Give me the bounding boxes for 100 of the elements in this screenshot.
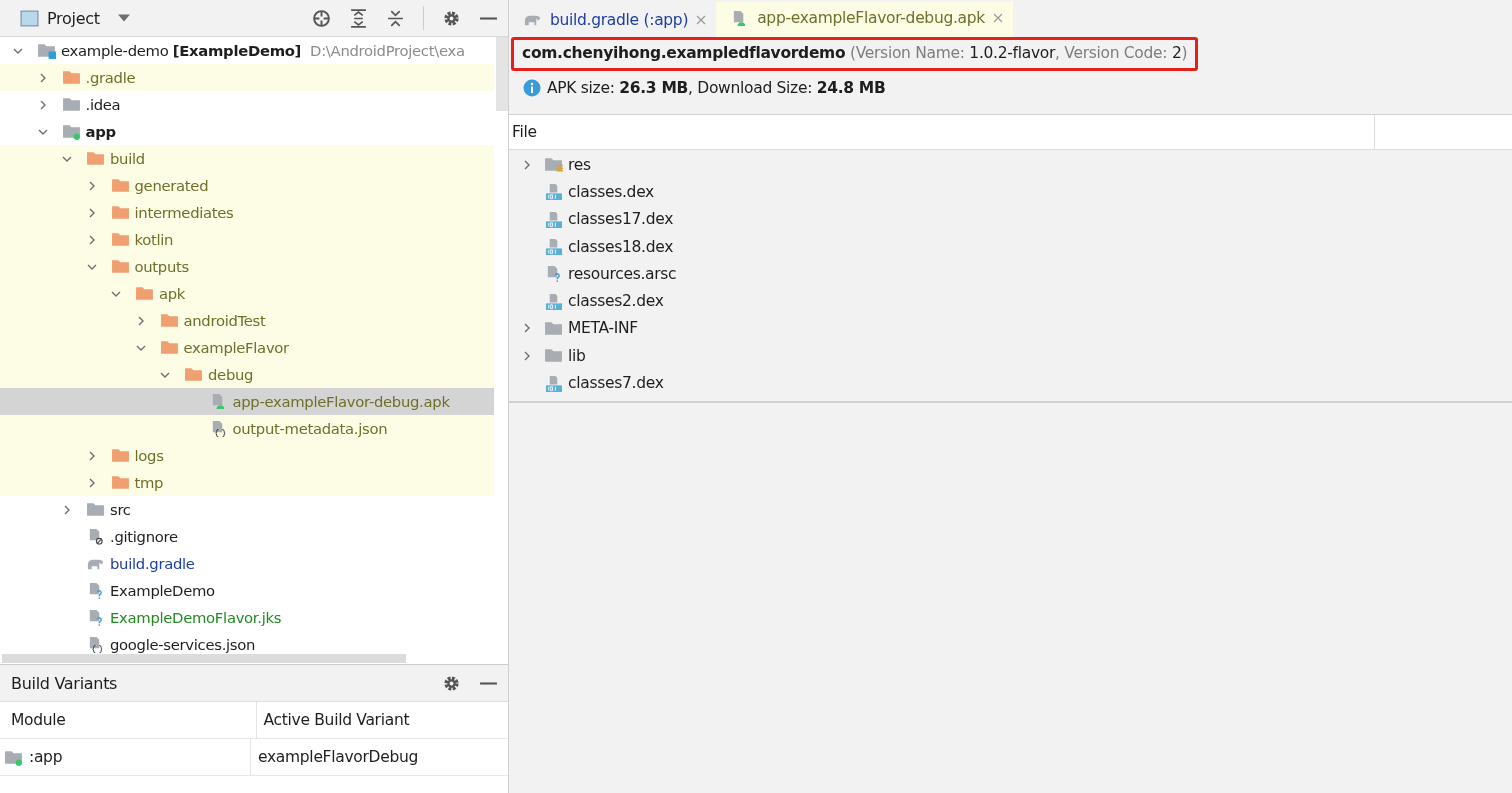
column-header[interactable]: Active Build Variant: [255, 702, 508, 738]
folder-icon: [110, 447, 130, 464]
tree-label: app: [85, 123, 116, 140]
folder-icon: [86, 150, 105, 167]
folder-icon: [110, 474, 130, 491]
tree-item[interactable]: logs: [0, 442, 494, 469]
file-row[interactable]: classes17.dex: [509, 205, 1512, 233]
binary-file-icon: [544, 183, 563, 201]
tree-label: intermediates: [134, 204, 234, 221]
info-icon: [523, 79, 541, 97]
file-row[interactable]: res: [509, 151, 1512, 179]
panel-title: Build Variants: [11, 673, 118, 693]
variant-cell[interactable]: exampleFlavorDebug: [250, 739, 504, 775]
file-row[interactable]: META-INF: [509, 314, 1512, 343]
tree-label: app-exampleFlavor-debug.apk: [232, 393, 450, 410]
module-folder-icon: [4, 748, 23, 766]
tree-item[interactable]: output-metadata.json: [0, 415, 494, 442]
binary-file-icon: [544, 374, 563, 392]
tree-item[interactable]: example-demo [ExampleDemo] D:\AndroidProject\exa: [0, 37, 494, 64]
file-row[interactable]: classes18.dex: [509, 232, 1512, 261]
tree-label: logs: [134, 447, 164, 464]
file-row[interactable]: classes7.dex: [509, 369, 1512, 397]
tree-item[interactable]: generated: [0, 172, 494, 199]
scrollbar[interactable]: [2, 654, 406, 663]
tree-item[interactable]: androidTest: [0, 307, 494, 334]
tree-item[interactable]: build.gradle: [0, 550, 494, 577]
tree-item[interactable]: src: [0, 496, 494, 523]
settings-icon[interactable]: [442, 8, 461, 28]
path-text: D:\AndroidProject\exa: [310, 42, 465, 59]
tree-item[interactable]: build: [0, 145, 494, 172]
file-row[interactable]: lib: [509, 342, 1512, 370]
settings-icon[interactable]: [442, 673, 461, 693]
binary-file-icon: [544, 238, 563, 256]
close-icon[interactable]: [696, 14, 707, 25]
folder-icon: [61, 96, 81, 113]
tree-label: androidTest: [183, 312, 266, 329]
tree-label: ExampleDemoFlavor.jks: [110, 609, 282, 626]
resource-folder-icon: [544, 156, 563, 174]
folder-icon: [184, 366, 203, 383]
dropdown-icon[interactable]: [117, 14, 130, 22]
module-folder-icon: [61, 123, 81, 140]
tree-item[interactable]: outputs: [0, 253, 494, 280]
folder-icon: [159, 312, 179, 329]
binary-file-icon: [544, 210, 563, 228]
tree-label: ExampleDemo: [110, 582, 215, 599]
folder-icon: [110, 231, 130, 248]
folder-icon: [544, 347, 563, 365]
tree-label: apk: [159, 285, 186, 302]
file-row[interactable]: classes.dex: [509, 178, 1512, 206]
editor-tab[interactable]: app-exampleFlavor-debug.apk: [716, 2, 1013, 37]
folder-icon: [159, 339, 179, 356]
tree-label: kotlin: [134, 231, 174, 248]
file-row[interactable]: classes2.dex: [509, 287, 1512, 315]
collapse-all-icon[interactable]: [386, 8, 405, 28]
tree-item[interactable]: .idea: [0, 91, 494, 118]
folder-icon: [544, 319, 563, 337]
tree-item[interactable]: debug: [0, 361, 494, 388]
folder-icon: [110, 204, 130, 221]
tree-item[interactable]: app-exampleFlavor-debug.apk: [0, 388, 494, 415]
apk-size-text: APK size: 26.3 MB, Download Size: 24.8 MB: [547, 79, 886, 97]
tree-label: debug: [208, 366, 254, 383]
tree-label: exampleFlavor: [183, 339, 289, 356]
tree-label: outputs: [134, 258, 189, 275]
tree-label: tmp: [134, 474, 164, 491]
tree-label: output-metadata.json: [232, 420, 388, 437]
close-icon[interactable]: [993, 13, 1003, 23]
tree-label: .gradle: [85, 69, 136, 86]
locate-icon[interactable]: [312, 8, 331, 28]
folder-icon: [110, 258, 130, 275]
file-row[interactable]: resources.arsc: [509, 260, 1512, 288]
tree-label: build.gradle: [110, 555, 195, 572]
tree-item[interactable]: exampleFlavor: [0, 334, 494, 361]
tree-label: google-services.json: [110, 636, 256, 653]
expand-all-icon[interactable]: [349, 8, 368, 28]
tree-item[interactable]: tmp: [0, 469, 494, 496]
tree-item[interactable]: .gitignore: [0, 523, 494, 550]
module-name: :app: [29, 748, 63, 766]
folder-icon: [61, 69, 81, 86]
tree-item[interactable]: app: [0, 118, 494, 145]
tree-item[interactable]: google-services.json: [0, 631, 494, 654]
folder-icon: [110, 177, 130, 194]
tree-item[interactable]: ExampleDemo: [0, 577, 494, 604]
tree-label: src: [110, 501, 131, 518]
tree-label: example-demo [ExampleDemo]: [61, 42, 302, 59]
column-header[interactable]: Module: [0, 702, 256, 738]
window-icon: [20, 9, 39, 27]
folder-icon: [135, 285, 154, 302]
tree-item[interactable]: .gradle: [0, 64, 494, 91]
tree-label: generated: [134, 177, 209, 194]
tree-label: .idea: [85, 96, 121, 113]
tree-item[interactable]: kotlin: [0, 226, 494, 253]
editor-tab[interactable]: build.gradle (:app): [509, 2, 717, 37]
tree-item[interactable]: intermediates: [0, 199, 494, 226]
scrollbar[interactable]: [496, 37, 508, 111]
panel-title: Project: [47, 8, 100, 28]
tree-item[interactable]: apk: [0, 280, 494, 307]
package-header: com.chenyihong.exampledflavordemo (Version Name: 1.0.2-flavor, Version Code: 2): [511, 37, 1199, 71]
tree-label: .gitignore: [110, 528, 178, 545]
module-folder-icon: [37, 42, 56, 59]
tree-item[interactable]: ExampleDemoFlavor.jks: [0, 604, 494, 631]
